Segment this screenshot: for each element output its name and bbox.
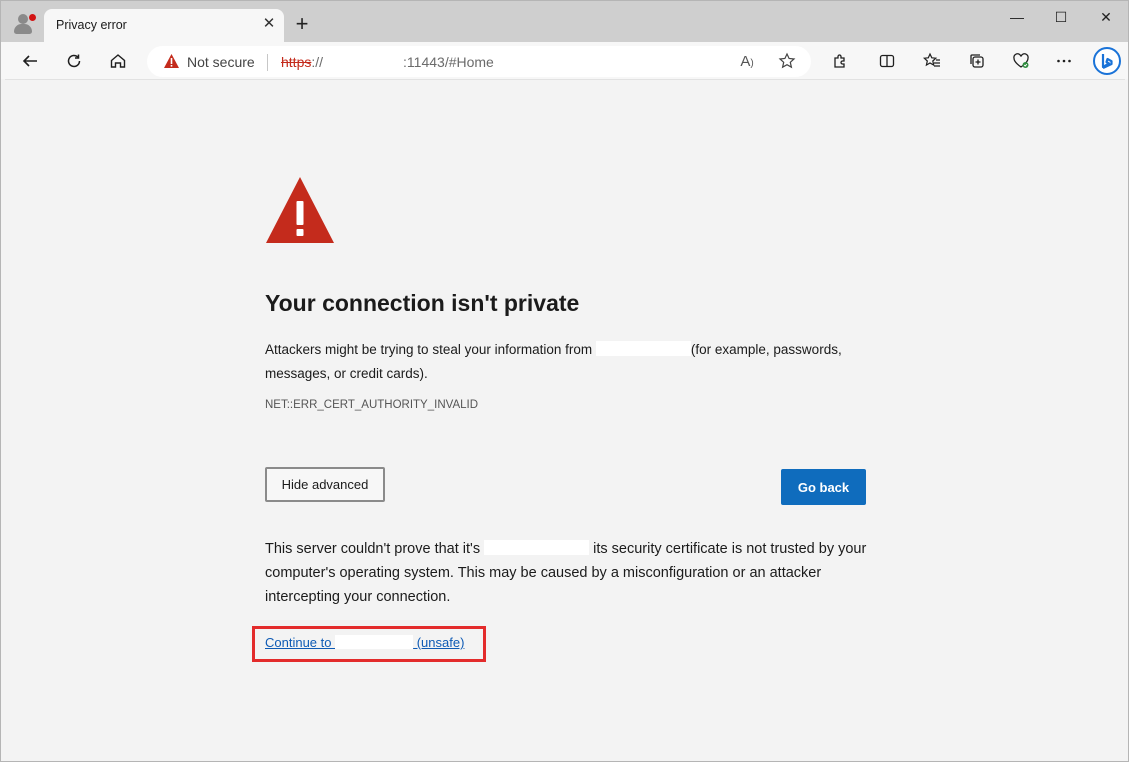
continue-unsafe-link[interactable]: Continue to (unsafe) [265,635,464,650]
address-bar[interactable]: Not secure https:// :11443/#Home A) [147,46,811,77]
url-rest: :11443/#Home [403,54,494,70]
warning-icon[interactable] [163,53,180,74]
minimize-button[interactable]: — [994,8,1040,28]
extensions-icon[interactable] [827,48,853,74]
close-icon[interactable]: ✕ [261,16,277,32]
new-tab-icon[interactable]: + [291,13,313,36]
browser-essentials-icon[interactable] [1008,48,1034,74]
url-scheme: https [281,54,312,70]
refresh-icon[interactable] [61,48,87,74]
continue-link-text-2[interactable]: (unsafe) [413,635,465,650]
favorites-icon[interactable] [919,48,945,74]
page-content: Your connection isn't private Attackers … [5,79,1125,760]
bing-copilot-icon[interactable] [1092,46,1122,76]
url-scheme-suffix: :// [311,54,324,70]
favorite-star-icon[interactable] [777,52,797,72]
split-screen-icon[interactable] [874,48,900,74]
maximize-button[interactable]: ☐ [1038,8,1084,28]
warning-icon [265,175,335,250]
toolbar: Not secure https:// :11443/#Home A) [1,42,1128,79]
tab-strip: Privacy error ✕ + — ☐ ✕ [1,1,1128,42]
redacted-hostname [484,540,590,555]
omnibox-divider [267,54,268,71]
warning-description: Attackers might be trying to steal your … [265,338,875,386]
back-icon[interactable] [17,48,43,74]
not-secure-label[interactable]: Not secure [187,54,255,70]
read-aloud-icon[interactable]: A) [737,52,757,72]
page-title: Your connection isn't private [265,290,580,316]
collections-icon[interactable] [964,48,990,74]
redacted-hostname [595,341,691,356]
continue-link-text-1[interactable]: Continue to [265,635,335,650]
description-text-1: Attackers might be trying to steal your … [265,342,596,357]
details-text-1: This server couldn't prove that it's [265,541,485,557]
hide-advanced-button[interactable]: Hide advanced [265,467,385,502]
advanced-details: This server couldn't prove that it's its… [265,537,875,609]
go-back-button[interactable]: Go back [781,469,866,505]
tab-title: Privacy error [56,18,127,32]
browser-window: Privacy error ✕ + — ☐ ✕ Not secure https… [0,0,1129,762]
home-icon[interactable] [105,48,131,74]
tab-privacy-error[interactable]: Privacy error ✕ [44,9,284,42]
error-code: NET::ERR_CERT_AUTHORITY_INVALID [265,399,479,411]
profile-icon[interactable] [12,12,37,34]
more-icon[interactable] [1051,48,1077,74]
redacted-hostname [335,635,414,649]
url-text[interactable]: https:// :11443/#Home [281,54,494,70]
close-window-button[interactable]: ✕ [1083,8,1129,28]
